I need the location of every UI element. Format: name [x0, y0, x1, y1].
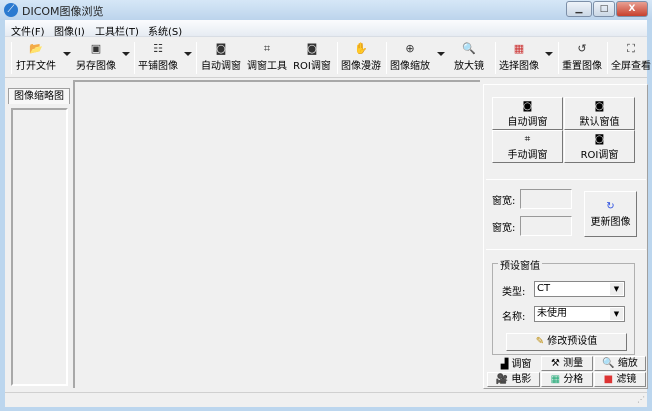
tile-icon: ☷ — [153, 42, 163, 55]
pan-image-button[interactable]: ✋ 图像漫游 — [339, 41, 383, 75]
title-bar: ⟋ DICOM图像浏览 ▁ □ X — [0, 0, 652, 20]
maximize-button[interactable]: □ — [593, 1, 615, 17]
filter-icon: ■ — [603, 374, 617, 385]
window-level-input[interactable] — [520, 216, 572, 236]
type-label: 类型: — [502, 287, 526, 298]
tab-filter[interactable]: ■ 滤镜 — [594, 372, 646, 387]
update-image-button[interactable]: ↻ 更新图像 — [584, 191, 637, 237]
window-level-icon: ▟ — [500, 359, 512, 370]
reset-image-icon: ↺ — [577, 42, 587, 55]
menu-file[interactable]: 文件(F) — [11, 23, 45, 38]
tab-cine[interactable]: 🎥 电影 — [487, 372, 540, 387]
auto-window-button[interactable]: ◙ 自动调窗 — [492, 97, 563, 130]
tile-image-button[interactable]: ☷ 平铺图像 — [137, 41, 179, 75]
separator — [607, 42, 608, 74]
separator — [386, 42, 387, 74]
close-button[interactable]: X — [616, 1, 648, 17]
hand-pan-icon: ✋ — [354, 42, 368, 55]
modify-preset-button[interactable]: ✎ 修改预设值 — [506, 333, 627, 351]
open-file-button[interactable]: 📂 打开文件 — [15, 41, 57, 75]
select-image-dropdown[interactable] — [545, 52, 553, 56]
select-image-icon: ▦ — [513, 42, 525, 55]
roi-window-button[interactable]: ◙ ROI调窗 — [564, 130, 635, 163]
separator — [196, 42, 197, 74]
thumbnail-list[interactable] — [11, 108, 68, 386]
fullscreen-button[interactable]: ⛶ 全屏查看 — [609, 41, 652, 75]
roi-window-button[interactable]: ◙ ROI调窗 — [291, 41, 333, 75]
app-icon: ⟋ — [4, 3, 18, 17]
reset-image-button[interactable]: ↺ 重置图像 — [560, 41, 604, 75]
magnifier-icon: 🔍 — [462, 42, 476, 55]
window-title: DICOM图像浏览 — [22, 5, 104, 18]
tab-zoom[interactable]: 🔍 缩放 — [594, 356, 646, 371]
menu-bar: 文件(F) 图像(I) 工具栏(T) 系统(S) — [5, 20, 647, 38]
fullscreen-icon: ⛶ — [627, 42, 635, 55]
name-label: 名称: — [502, 312, 526, 323]
open-folder-icon: 📂 — [29, 42, 43, 55]
default-window-icon: ◙ — [594, 101, 605, 112]
tab-measure[interactable]: ⚒ 测量 — [541, 356, 593, 371]
tab-grid[interactable]: ▦ 分格 — [541, 372, 593, 387]
window-width-input[interactable] — [520, 189, 572, 209]
client-area: 文件(F) 图像(I) 工具栏(T) 系统(S) 📂 打开文件 ▣ 另存图像 ☷ 平铺… — [5, 20, 651, 407]
window-control-panel: ◙ 自动调窗 ◙ 默认窗值 ⌗ 手动调窗 ◙ ROI调窗 窗宽: 窗宽: ↻ 更新图像 预… — [483, 84, 648, 389]
window-width-label: 窗宽: — [492, 196, 516, 207]
zoom-image-dropdown[interactable] — [437, 52, 445, 56]
chevron-down-icon: ▼ — [610, 308, 623, 320]
menu-toolbar[interactable]: 工具栏(T) — [95, 23, 139, 38]
toolbar: 📂 打开文件 ▣ 另存图像 ☷ 平铺图像 ◙ 自动调窗 ⌗ 调窗工具 ◙ ROI调窗 ✋ 图像… — [5, 38, 651, 78]
manual-window-icon: ⌗ — [524, 134, 531, 145]
select-image-button[interactable]: ▦ 选择图像 — [497, 41, 541, 75]
save-image-dropdown[interactable] — [122, 52, 130, 56]
roi-window-icon: ◙ — [594, 134, 605, 145]
zoom-icon: ⊕ — [405, 42, 415, 55]
minimize-button[interactable]: ▁ — [566, 1, 592, 17]
open-file-dropdown[interactable] — [63, 52, 71, 56]
auto-window-button[interactable]: ◙ 自动调窗 — [199, 41, 243, 75]
default-window-button[interactable]: ◙ 默认窗值 — [564, 97, 635, 130]
window-level-label: 窗宽: — [492, 223, 516, 234]
separator — [134, 42, 135, 74]
type-select[interactable]: CT ▼ — [534, 281, 625, 297]
grid-icon: ▦ — [550, 374, 564, 385]
roi-window-icon: ◙ — [306, 42, 318, 55]
divider — [486, 249, 646, 250]
separator — [11, 42, 12, 74]
separator — [495, 42, 496, 74]
edit-preset-icon: ✎ — [535, 336, 548, 347]
name-select[interactable]: 未使用 ▼ — [534, 306, 625, 322]
menu-image[interactable]: 图像(I) — [54, 23, 85, 38]
tile-image-dropdown[interactable] — [184, 52, 192, 56]
window-tool-button[interactable]: ⌗ 调窗工具 — [245, 41, 289, 75]
window-tool-icon: ⌗ — [263, 42, 271, 55]
camera-icon: 🎥 — [495, 374, 512, 385]
preset-group-title: 预设窗值 — [498, 257, 542, 272]
tab-window[interactable]: ▟ 调窗 — [492, 357, 540, 372]
separator — [337, 42, 338, 74]
manual-window-button[interactable]: ⌗ 手动调窗 — [492, 130, 563, 163]
tab-thumbnails[interactable]: 图像缩略图 — [8, 88, 70, 104]
menu-system[interactable]: 系统(S) — [148, 23, 182, 38]
save-image-button[interactable]: ▣ 另存图像 — [75, 41, 117, 75]
zoom-image-button[interactable]: ⊕ 图像缩放 — [388, 41, 432, 75]
auto-window-icon: ◙ — [522, 101, 533, 112]
save-icon: ▣ — [90, 42, 102, 55]
refresh-icon: ↻ — [606, 201, 615, 212]
zoom-icon: 🔍 — [602, 358, 618, 369]
divider — [486, 179, 646, 180]
image-view[interactable] — [73, 80, 480, 388]
auto-window-icon: ◙ — [215, 42, 227, 55]
magnifier-button[interactable]: 🔍 放大镜 — [451, 41, 487, 75]
resize-grip-icon[interactable]: ⋰ — [637, 395, 645, 404]
separator — [558, 42, 559, 74]
status-bar: ⋰ — [5, 392, 647, 407]
measure-icon: ⚒ — [550, 358, 564, 369]
chevron-down-icon: ▼ — [610, 283, 623, 295]
